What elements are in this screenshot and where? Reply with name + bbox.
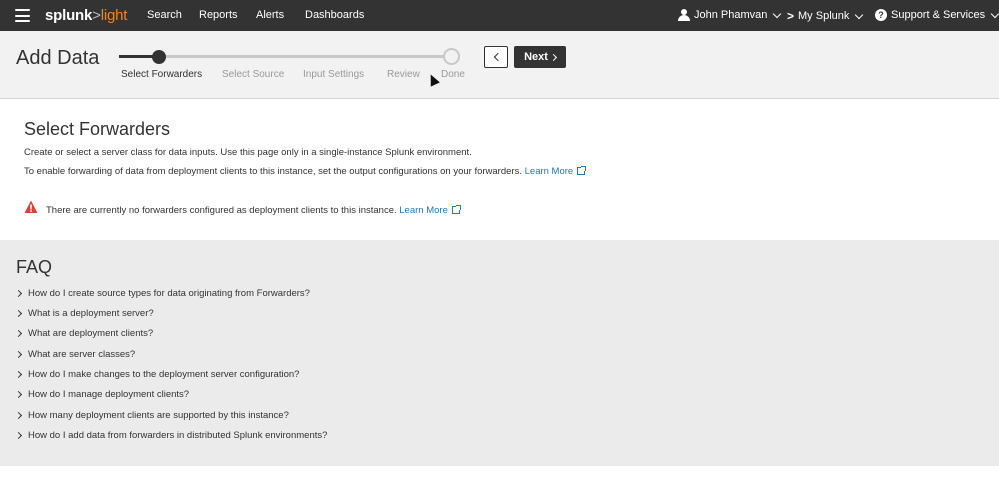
chevron-right-icon	[549, 53, 557, 61]
mouse-cursor-icon	[426, 72, 440, 87]
chevron-right-icon	[14, 309, 23, 318]
faq-item[interactable]: How do I add data from forwarders in dis…	[14, 430, 327, 441]
faq-title: FAQ	[16, 257, 53, 277]
faq-item[interactable]: How do I manage deployment clients?	[14, 389, 189, 400]
description-line-2: To enable forwarding of data from deploy…	[24, 166, 587, 177]
chevron-right-icon	[14, 289, 23, 298]
back-button[interactable]	[484, 46, 508, 68]
step-marker-current	[152, 50, 166, 64]
section-title: Select Forwarders	[24, 119, 171, 139]
step-select-source: Select Source	[222, 69, 285, 80]
wizard-header: Add Data Select Forwarders Select Source…	[0, 31, 999, 99]
user-icon	[678, 9, 690, 21]
chevron-right-icon	[14, 411, 23, 420]
user-name: John Phamvan	[694, 9, 768, 21]
top-navbar: splunk>light Search Reports Alerts Dashb…	[0, 0, 999, 31]
help-icon: ?	[875, 9, 887, 21]
chevron-right-icon	[14, 431, 23, 440]
external-link-icon[interactable]	[451, 205, 461, 214]
step-done: Done	[441, 69, 465, 80]
chevron-right-icon	[14, 390, 23, 399]
next-button[interactable]: Next	[514, 46, 566, 68]
nav-search[interactable]: Search	[147, 9, 182, 21]
faq-item[interactable]: How do I create source types for data or…	[14, 288, 310, 299]
progress-track	[119, 55, 452, 58]
nav-reports[interactable]: Reports	[199, 9, 238, 21]
chevron-right-icon	[14, 370, 23, 379]
description-line-1: Create or select a server class for data…	[24, 147, 472, 158]
main-content: Select Forwarders Create or select a ser…	[0, 100, 999, 240]
warning-learn-more-link[interactable]: Learn More	[399, 205, 448, 216]
splunk-logo[interactable]: splunk>light	[45, 7, 127, 24]
my-splunk-label: My Splunk	[798, 10, 850, 22]
next-label: Next	[524, 51, 548, 63]
arrow-right-icon: >	[787, 9, 795, 23]
chevron-down-icon	[773, 9, 782, 18]
chevron-left-icon	[493, 52, 502, 62]
my-splunk-menu[interactable]: > My Splunk	[787, 9, 864, 23]
support-menu[interactable]: ? Support & Services	[875, 9, 999, 21]
nav-alerts[interactable]: Alerts	[256, 9, 284, 21]
chevron-down-icon	[990, 9, 999, 18]
step-review: Review	[387, 69, 420, 80]
warning-icon	[24, 200, 38, 213]
nav-dashboards[interactable]: Dashboards	[305, 9, 364, 21]
page-title: Add Data	[16, 47, 100, 69]
chevron-right-icon	[14, 350, 23, 359]
user-menu[interactable]: John Phamvan	[678, 9, 782, 21]
learn-more-link[interactable]: Learn More	[525, 166, 574, 177]
hamburger-menu-icon[interactable]	[15, 9, 30, 22]
faq-section: FAQ How do I create source types for dat…	[0, 240, 999, 466]
warning-message: There are currently no forwarders config…	[46, 205, 461, 216]
faq-item[interactable]: How many deployment clients are supporte…	[14, 410, 289, 421]
faq-item[interactable]: What are deployment clients?	[14, 328, 153, 339]
step-input-settings: Input Settings	[303, 69, 365, 80]
support-label: Support & Services	[891, 9, 986, 21]
faq-item[interactable]: What is a deployment server?	[14, 308, 154, 319]
step-select-forwarders: Select Forwarders	[121, 69, 203, 80]
chevron-right-icon	[14, 329, 23, 338]
chevron-down-icon	[855, 10, 864, 19]
faq-item[interactable]: How do I make changes to the deployment …	[14, 369, 299, 380]
step-marker-done	[443, 48, 460, 65]
faq-item[interactable]: What are server classes?	[14, 349, 135, 360]
external-link-icon[interactable]	[577, 166, 587, 175]
